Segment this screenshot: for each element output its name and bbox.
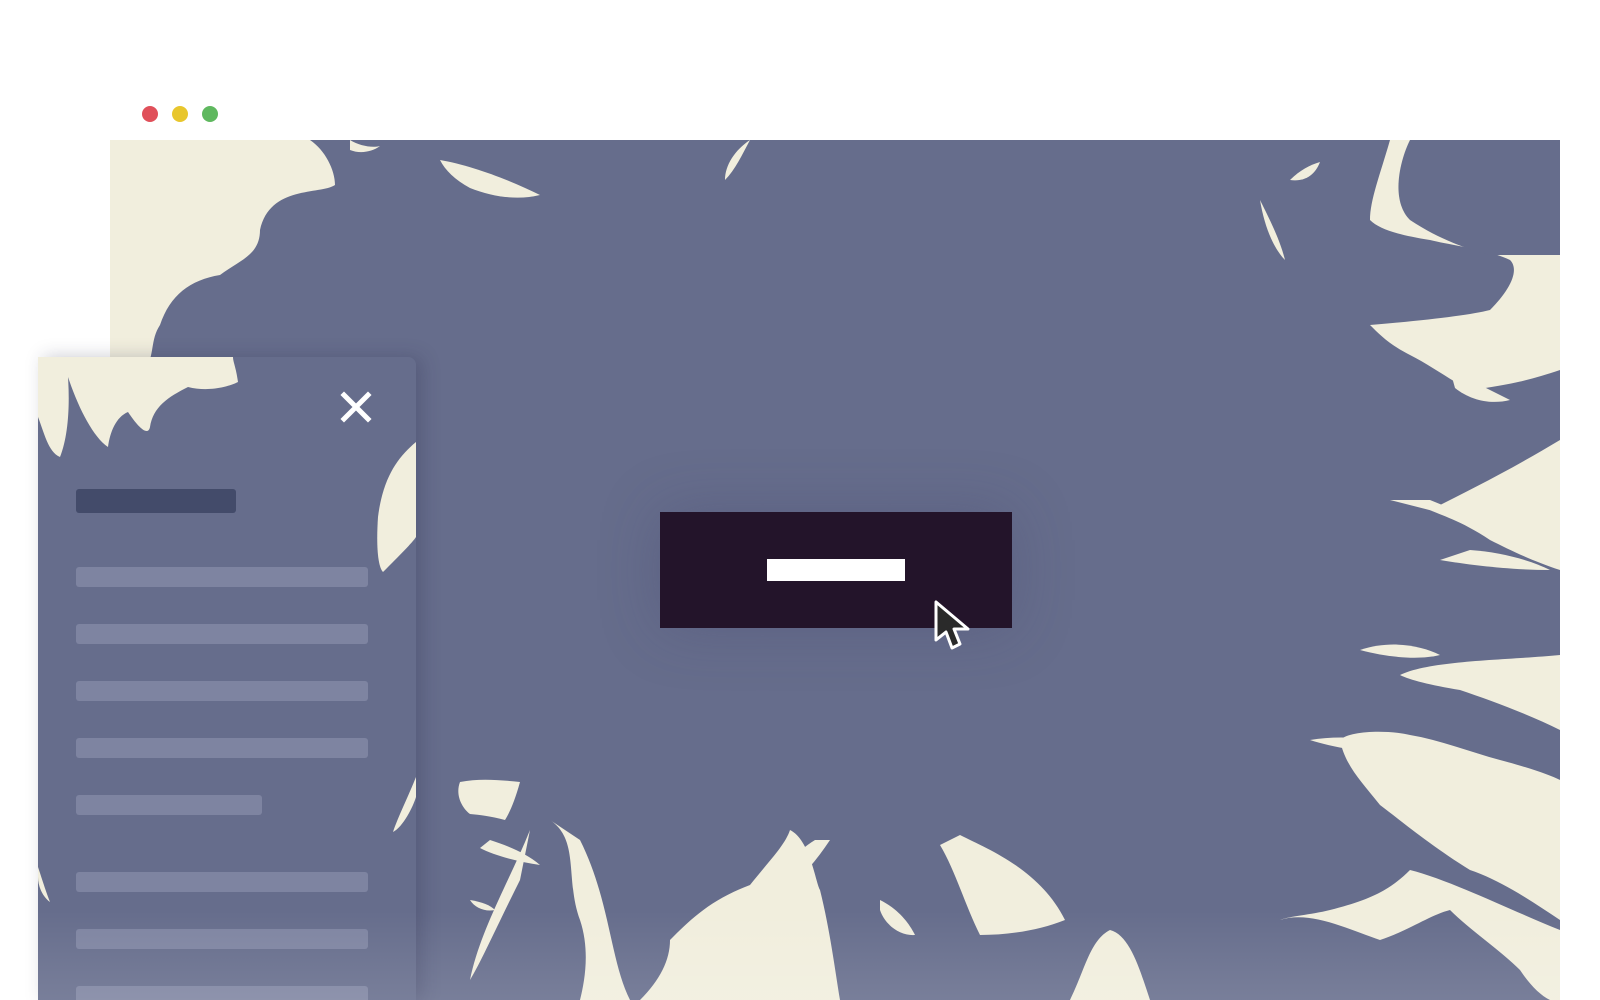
drawer-background — [38, 357, 416, 1000]
window-minimize-dot[interactable] — [172, 106, 188, 122]
drawer-item-1[interactable] — [76, 567, 368, 587]
window-maximize-dot[interactable] — [202, 106, 218, 122]
close-icon[interactable] — [338, 389, 374, 425]
side-drawer — [38, 357, 416, 1000]
drawer-item-8[interactable] — [76, 986, 368, 1000]
drawer-item-4[interactable] — [76, 738, 368, 758]
window-close-dot[interactable] — [142, 106, 158, 122]
drawer-item-3[interactable] — [76, 681, 368, 701]
drawer-item-5[interactable] — [76, 795, 262, 815]
drawer-item-2[interactable] — [76, 624, 368, 644]
cta-label-bar — [767, 559, 905, 581]
arrow-cursor-icon — [934, 600, 970, 650]
drawer-title — [76, 489, 236, 513]
drawer-item-7[interactable] — [76, 929, 368, 949]
title-bar — [110, 90, 1560, 140]
drawer-item-6[interactable] — [76, 872, 368, 892]
